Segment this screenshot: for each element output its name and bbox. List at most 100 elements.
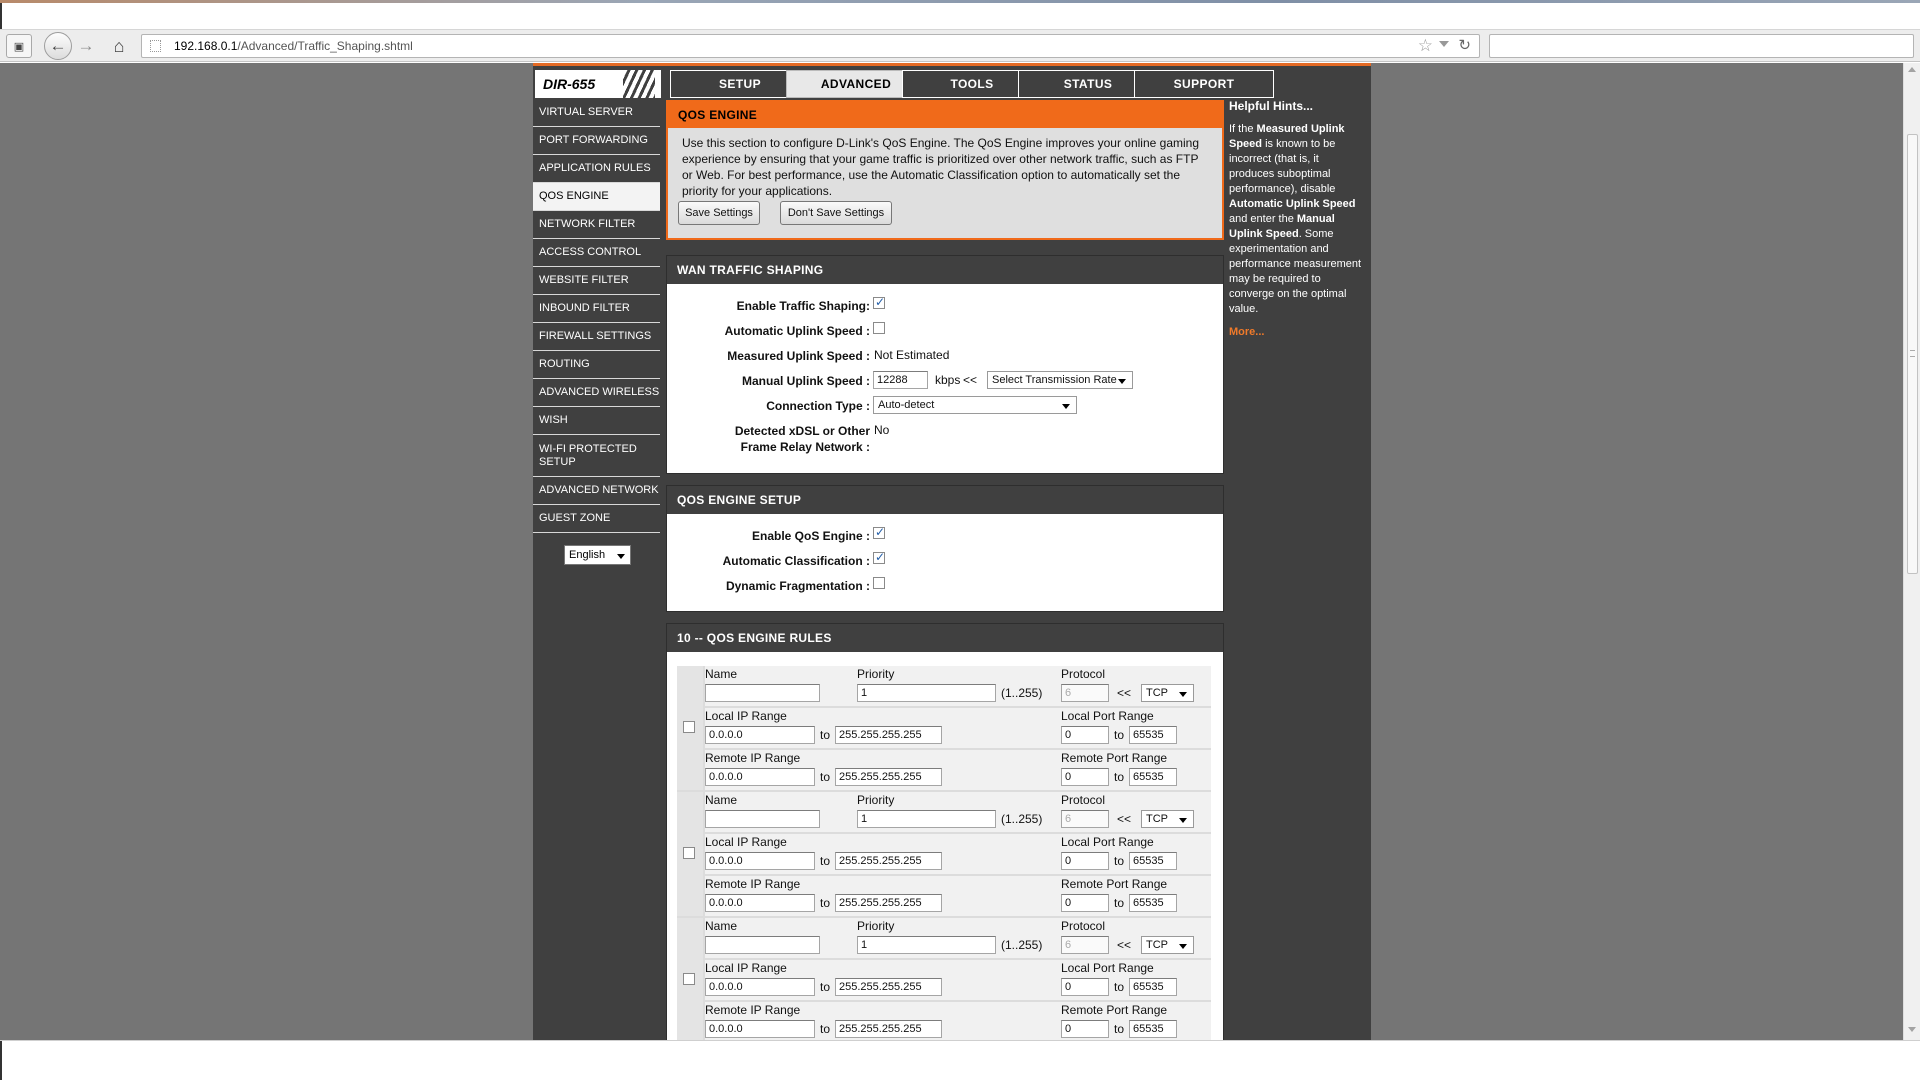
sidebar-item-advanced-wireless[interactable]: ADVANCED WIRELESS [533,379,660,407]
connection-type-select[interactable]: Auto-detect [873,396,1077,414]
rule-priority-input[interactable]: 1 [857,810,996,828]
dynamic-fragmentation-checkbox[interactable] [873,577,885,589]
local-ip-end-input[interactable]: 255.255.255.255 [835,726,942,744]
rule-enable-checkbox[interactable] [683,721,695,733]
chevron-down-icon [617,554,625,559]
sidebar-item-guest-zone[interactable]: GUEST ZONE [533,505,660,533]
rule-name-input[interactable] [705,684,820,702]
vertical-scrollbar[interactable] [1903,63,1920,1040]
address-url[interactable]: 192.168.0.1/Advanced/Traffic_Shaping.sht… [174,39,413,53]
forward-arrow-icon[interactable]: → [76,34,96,58]
local-ip-end-input[interactable]: 255.255.255.255 [835,852,942,870]
local-port-start-input[interactable]: 0 [1061,978,1109,996]
remote-ip-range-label: Remote IP Range [705,751,801,765]
sidebar-item-routing[interactable]: ROUTING [533,351,660,379]
dynamic-fragmentation-label: Dynamic Fragmentation : [725,579,870,593]
dont-save-settings-button[interactable]: Don't Save Settings [780,201,892,225]
back-arrow-icon[interactable]: ← [44,32,72,60]
bookmark-star-icon[interactable]: ☆ [1418,36,1433,56]
name-label: Name [705,919,738,933]
remote-ip-end-input[interactable]: 255.255.255.255 [835,894,942,912]
rule-protocol-value: TCP [1146,687,1168,699]
manual-uplink-speed-input[interactable]: 12288 [873,371,928,389]
local-port-end-input[interactable]: 65535 [1129,726,1177,744]
remote-port-start-input[interactable]: 0 [1061,1020,1109,1038]
sidebar-item-inbound-filter[interactable]: INBOUND FILTER [533,295,660,323]
rule-name-input[interactable] [705,936,820,954]
local-ip-start-input[interactable]: 0.0.0.0 [705,852,815,870]
rule-protocol-number-input[interactable]: 6 [1061,684,1109,702]
sidebar-item-wish[interactable]: WISH [533,407,660,435]
manual-uplink-unit: kbps [935,373,961,387]
wan-traffic-shaping-section: WAN TRAFFIC SHAPING Enable Traffic Shapi… [666,255,1224,474]
to-label: to [820,728,831,742]
browser-menu-icon[interactable]: ▣ [6,34,32,58]
remote-port-end-input[interactable]: 65535 [1129,894,1177,912]
rule-protocol-select[interactable]: TCP [1141,684,1194,702]
rule-row-name: Name Priority 1 (1..255) Protocol 6 << TCP [705,918,1211,958]
sidebar-item-port-forwarding[interactable]: PORT FORWARDING [533,127,660,155]
local-port-end-input[interactable]: 65535 [1129,978,1177,996]
history-dropdown-icon[interactable] [1439,41,1449,47]
search-input[interactable] [1489,34,1914,58]
manual-uplink-speed-label: Manual Uplink Speed : [741,374,870,388]
rule-row-local: Local IP Range 0.0.0.0 to 255.255.255.255 Lo… [705,960,1211,1000]
rule-protocol-select[interactable]: TCP [1141,936,1194,954]
local-port-start-input[interactable]: 0 [1061,726,1109,744]
sidebar-item-wifi-protected-setup[interactable]: WI-FI PROTECTED SETUP [533,435,660,477]
remote-ip-start-input[interactable]: 0.0.0.0 [705,768,815,786]
qos-engine-rules-title: 10 -- QOS ENGINE RULES [667,624,1223,652]
language-select[interactable]: English [564,545,631,565]
reload-icon[interactable]: ↻ [1458,36,1471,54]
remote-port-end-input[interactable]: 65535 [1129,1020,1177,1038]
more-link[interactable]: More... [1229,325,1367,340]
sidebar-item-website-filter[interactable]: WEBSITE FILTER [533,267,660,295]
remote-port-start-input[interactable]: 0 [1061,894,1109,912]
local-ip-start-input[interactable]: 0.0.0.0 [705,978,815,996]
sidebar-item-application-rules[interactable]: APPLICATION RULES [533,155,660,183]
rule-row-remote: Remote IP Range 0.0.0.0 to 255.255.255.255 R… [705,750,1211,790]
local-port-end-input[interactable]: 65535 [1129,852,1177,870]
rule-enable-checkbox[interactable] [683,973,695,985]
window-edge [0,1041,2,1080]
rule-protocol-select[interactable]: TCP [1141,810,1194,828]
local-ip-start-input[interactable]: 0.0.0.0 [705,726,815,744]
sidebar-item-access-control[interactable]: ACCESS CONTROL [533,239,660,267]
rule-name-input[interactable] [705,810,820,828]
enable-traffic-shaping-checkbox[interactable] [873,295,885,309]
local-port-range-label: Local Port Range [1061,835,1154,849]
remote-ip-start-input[interactable]: 0.0.0.0 [705,894,815,912]
remote-ip-end-input[interactable]: 255.255.255.255 [835,1020,942,1038]
rule-protocol-value: TCP [1146,813,1168,825]
auto-uplink-speed-checkbox[interactable] [873,322,885,334]
remote-ip-end-input[interactable]: 255.255.255.255 [835,768,942,786]
home-icon[interactable]: ⌂ [106,34,132,58]
chevron-down-icon [1179,818,1187,823]
sidebar-item-advanced-network[interactable]: ADVANCED NETWORK [533,477,660,505]
address-bar[interactable]: 192.168.0.1/Advanced/Traffic_Shaping.sht… [141,34,1480,58]
sidebar-item-qos-engine[interactable]: QOS ENGINE [533,183,660,211]
rule-priority-input[interactable]: 1 [857,936,996,954]
sidebar: VIRTUAL SERVER PORT FORWARDING APPLICATI… [533,99,662,533]
enable-qos-engine-checkbox[interactable] [873,525,885,539]
rule-priority-input[interactable]: 1 [857,684,996,702]
qos-rule: Name Priority 1 (1..255) Protocol 6 << TCP Local… [677,666,1211,792]
rule-protocol-number-input[interactable]: 6 [1061,936,1109,954]
priority-label: Priority [857,919,895,933]
local-ip-end-input[interactable]: 255.255.255.255 [835,978,942,996]
hints-title: Helpful Hints... [1229,99,1313,113]
remote-port-end-input[interactable]: 65535 [1129,768,1177,786]
sidebar-item-virtual-server[interactable]: VIRTUAL SERVER [533,99,660,127]
remote-ip-start-input[interactable]: 0.0.0.0 [705,1020,815,1038]
remote-port-start-input[interactable]: 0 [1061,768,1109,786]
rule-enable-checkbox[interactable] [683,847,695,859]
sidebar-item-network-filter[interactable]: NETWORK FILTER [533,211,660,239]
sidebar-item-firewall-settings[interactable]: FIREWALL SETTINGS [533,323,660,351]
save-settings-button[interactable]: Save Settings [678,201,760,225]
transmission-rate-select[interactable]: Select Transmission Rate [987,371,1133,389]
automatic-classification-checkbox[interactable] [873,550,885,564]
scroll-down-icon[interactable] [1908,1027,1916,1032]
local-port-start-input[interactable]: 0 [1061,852,1109,870]
scroll-up-icon[interactable] [1908,67,1916,72]
rule-protocol-number-input[interactable]: 6 [1061,810,1109,828]
